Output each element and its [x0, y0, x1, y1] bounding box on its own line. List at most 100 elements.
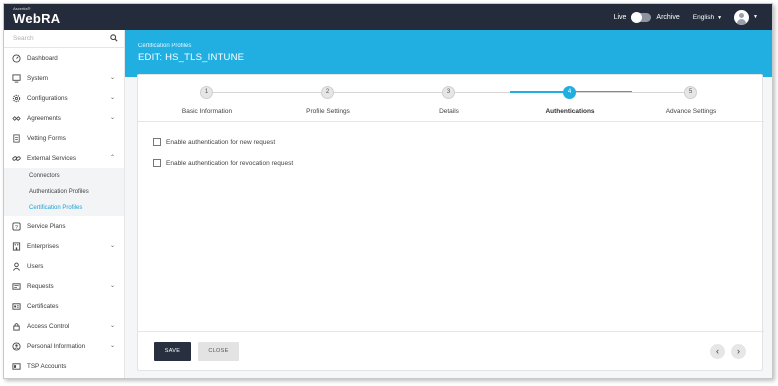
link-icon [12, 155, 21, 161]
sidebar-item-access-control[interactable]: Access Control ⌄ [4, 316, 124, 336]
sidebar-subitem-authentication-profiles[interactable]: Authentication Profiles [4, 184, 124, 200]
chevron-down-icon: ⌄ [109, 323, 115, 329]
archive-label: Archive [656, 13, 680, 21]
requests-icon [12, 282, 21, 290]
revocation-request-checkbox[interactable] [153, 159, 161, 167]
language-selector[interactable]: English ▼ [693, 14, 722, 21]
page-title: EDIT: HS_TLS_INTUNE [138, 52, 245, 63]
step-2-circle[interactable]: 2 [321, 86, 334, 99]
sidebar-item-system[interactable]: System ⌄ [4, 68, 124, 88]
new-request-checkbox[interactable] [153, 138, 161, 146]
chevron-down-icon: ⌄ [109, 95, 115, 101]
language-label: English [692, 13, 715, 21]
sidebar-item-dashboard[interactable]: Dashboard [4, 48, 124, 68]
sidebar-item-label: Vetting Forms [27, 134, 66, 142]
form-card: 1 2 3 4 5 Basic Information Profile Sett… [137, 74, 764, 371]
gear-icon [12, 94, 21, 102]
step-connector [569, 92, 690, 93]
sidebar-search [4, 30, 124, 48]
sidebar-item-label: Requests [27, 282, 54, 290]
sidebar-item-vetting-forms[interactable]: Vetting Forms [4, 128, 124, 148]
live-archive-toggle[interactable] [631, 11, 652, 23]
sidebar-item-users[interactable]: Users [4, 256, 124, 276]
sidebar-item-external-services[interactable]: External Services ⌃ [4, 148, 124, 168]
main-content: Certification Profiles EDIT: HS_TLS_INTU… [125, 30, 772, 378]
chevron-down-icon: ⌄ [109, 75, 115, 81]
step-5-label[interactable]: Advance Settings [631, 108, 751, 115]
person-circle-icon [12, 341, 21, 351]
sidebar-item-label: System [27, 74, 48, 82]
step-2-label[interactable]: Profile Settings [268, 108, 388, 115]
sidebar-item-certificates[interactable]: Certificates [4, 296, 124, 316]
avatar[interactable] [734, 9, 750, 25]
sidebar-item-agreements[interactable]: Agreements ⌄ [4, 108, 124, 128]
question-icon: ? [12, 221, 21, 230]
system-icon [12, 73, 21, 83]
wizard-stepper: 1 2 3 4 5 Basic Information Profile Sett… [138, 75, 764, 123]
chevron-down-icon: ⌄ [109, 243, 115, 249]
top-bar: Ascertia® WebRA Live Archive English ▼ ▼ [4, 4, 772, 30]
sidebar-item-label: Dashboard [27, 54, 58, 62]
step-1-label[interactable]: Basic Information [147, 108, 267, 115]
sidebar-item-requests[interactable]: Requests ⌄ [4, 276, 124, 296]
chevron-up-icon: ⌃ [109, 155, 115, 161]
search-input[interactable] [4, 30, 104, 47]
sidebar-subitem-connectors[interactable]: Connectors [4, 168, 124, 184]
top-right-controls: Live Archive English ▼ ▼ [614, 4, 758, 30]
sidebar-item-label: TSP Accounts [27, 362, 67, 370]
sidebar-item-label: Enterprises [27, 242, 59, 250]
building-icon [12, 241, 21, 251]
sidebar-item-enterprises[interactable]: Enterprises ⌄ [4, 236, 124, 256]
sidebar-item-personal-information[interactable]: Personal Information ⌄ [4, 336, 124, 356]
authentication-options: Enable authentication for new request En… [153, 136, 293, 178]
step-3-label[interactable]: Details [389, 108, 509, 115]
sidebar-subitem-certification-profiles[interactable]: Certification Profiles [4, 200, 124, 216]
step-connector [327, 92, 448, 93]
footer-divider [138, 331, 764, 332]
step-connector [206, 92, 327, 93]
previous-step-button[interactable]: ‹ [710, 344, 725, 359]
next-step-button[interactable]: › [731, 344, 746, 359]
sidebar-item-label: Service Plans [27, 222, 66, 230]
chevron-down-icon: ⌄ [109, 343, 115, 349]
dashboard-icon [12, 53, 21, 63]
sidebar-item-service-plans[interactable]: ? Service Plans [4, 216, 124, 236]
step-1-circle[interactable]: 1 [200, 86, 213, 99]
chevron-down-icon: ⌄ [109, 115, 115, 121]
lock-icon [13, 322, 20, 331]
revocation-request-label: Enable authentication for revocation req… [166, 159, 294, 167]
new-request-label: Enable authentication for new request [166, 138, 276, 146]
step-3-circle[interactable]: 3 [442, 86, 455, 99]
sidebar-item-label: Access Control [27, 322, 70, 330]
sidebar-item-label: Users [27, 262, 44, 270]
external-services-submenu: Connectors Authentication Profiles Certi… [4, 168, 124, 216]
new-request-option[interactable]: Enable authentication for new request [153, 136, 293, 148]
app-window: Ascertia® WebRA Live Archive English ▼ ▼ … [3, 3, 773, 379]
toggle-knob [631, 11, 643, 23]
sidebar-item-tsp-accounts[interactable]: TSP Accounts [4, 356, 124, 376]
step-5-circle[interactable]: 5 [684, 86, 697, 99]
brand-name: WebRA [13, 11, 61, 26]
step-4-circle[interactable]: 4 [563, 86, 576, 99]
save-button[interactable]: SAVE [154, 342, 191, 361]
handshake-icon [12, 115, 21, 121]
chevron-down-icon: ▼ [717, 14, 723, 21]
sidebar-item-configurations[interactable]: Configurations ⌄ [4, 88, 124, 108]
accounts-icon [12, 362, 21, 370]
sidebar-item-label: Agreements [27, 114, 61, 122]
page-header: Certification Profiles EDIT: HS_TLS_INTU… [125, 30, 772, 77]
certificate-icon [12, 302, 21, 310]
sidebar-item-label: Personal Information [27, 342, 86, 350]
sidebar: Dashboard System ⌄ Configurations ⌄ Agre… [4, 30, 125, 378]
step-4-label[interactable]: Authentications [510, 108, 630, 115]
revocation-request-option[interactable]: Enable authentication for revocation req… [153, 157, 293, 169]
avatar-chevron-down-icon[interactable]: ▼ [753, 14, 758, 20]
brand-logo: Ascertia® WebRA [13, 7, 61, 27]
svg-text:?: ? [15, 224, 18, 230]
close-button[interactable]: CLOSE [198, 342, 239, 361]
chevron-down-icon: ⌄ [109, 283, 115, 289]
search-icon[interactable] [110, 34, 118, 42]
breadcrumb[interactable]: Certification Profiles [138, 43, 191, 49]
live-label: Live [613, 13, 627, 21]
sidebar-item-label: External Services [27, 154, 76, 162]
